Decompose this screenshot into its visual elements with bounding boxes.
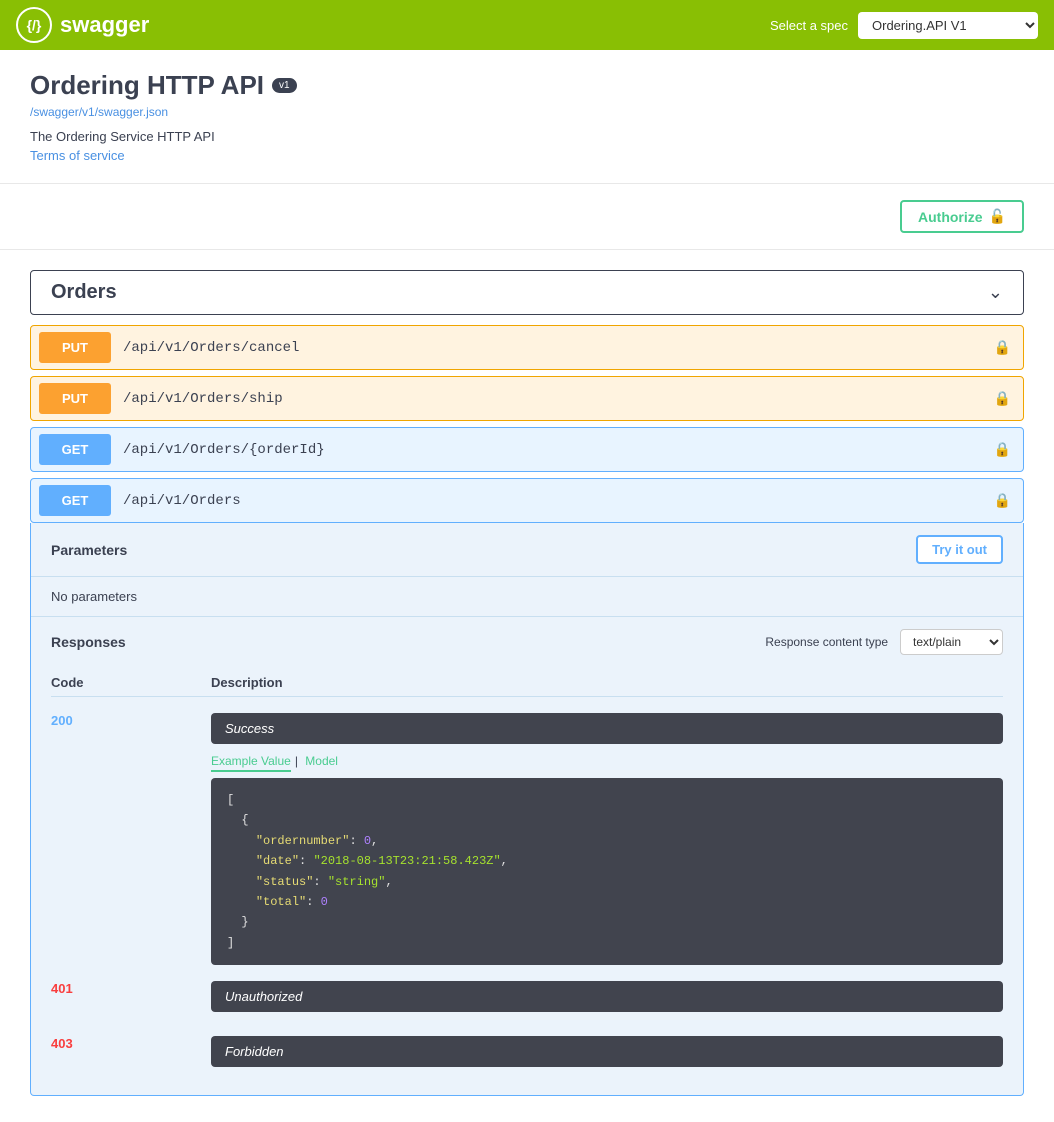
table-row: 403 Forbidden [51,1028,1003,1083]
response-status-forbidden: Forbidden [211,1036,1003,1067]
orders-section-title: Orders [51,281,117,304]
api-title: Ordering HTTP API v1 [30,70,1024,101]
parameters-header: Parameters Try it out [31,523,1023,577]
api-description: The Ordering Service HTTP API [30,129,1024,144]
content-type-label: Response content type [765,635,888,649]
endpoint-expanded-panel: Parameters Try it out No parameters Resp… [30,523,1024,1096]
endpoint-path-cancel: /api/v1/Orders/cancel [119,332,982,364]
code-column-header: Code [51,675,211,690]
response-table-header: Code Description [51,669,1003,697]
responses-header: Responses Response content type text/pla… [51,629,1003,655]
example-value-tab[interactable]: Example Value [211,752,291,772]
endpoint-lock-icon-orders: 🔒 [982,484,1023,517]
api-title-text: Ordering HTTP API [30,70,264,101]
swagger-logo-text: swagger [60,12,149,38]
response-code-200: 200 [51,713,211,965]
response-status-unauthorized: Unauthorized [211,981,1003,1012]
endpoint-row-put-ship[interactable]: PUT /api/v1/Orders/ship 🔒 [30,376,1024,421]
description-column-header: Description [211,675,1003,690]
parameters-title: Parameters [51,542,127,558]
method-badge-get-orderid: GET [39,434,111,465]
terms-of-service-link[interactable]: Terms of service [30,148,125,163]
swagger-logo: {/} swagger [16,7,149,43]
response-status-success: Success [211,713,1003,744]
model-tab[interactable]: Model [291,752,338,772]
endpoint-lock-icon-ship: 🔒 [982,382,1023,415]
authorize-button-label: Authorize [918,209,983,225]
content-type-selector-group: Response content type text/plain [765,629,1003,655]
api-url-link[interactable]: /swagger/v1/swagger.json [30,105,1024,119]
chevron-down-icon: ⌄ [988,282,1003,303]
version-badge: v1 [272,78,297,93]
top-bar: {/} swagger Select a spec Ordering.API V… [0,0,1054,50]
endpoint-lock-icon-orderid: 🔒 [982,433,1023,466]
response-desc-200: Success Example Value Model [ { "ordernu… [211,713,1003,965]
spec-selector: Select a spec Ordering.API V1 [770,12,1038,39]
select-spec-label: Select a spec [770,18,848,33]
endpoint-row-get-orders[interactable]: GET /api/v1/Orders 🔒 [30,478,1024,523]
response-desc-401: Unauthorized [211,981,1003,1020]
responses-title: Responses [51,634,126,650]
authorize-button[interactable]: Authorize 🔓 [900,200,1024,233]
method-badge-get-orders: GET [39,485,111,516]
endpoint-path-ship: /api/v1/Orders/ship [119,383,982,415]
endpoint-path-orders: /api/v1/Orders [119,485,982,517]
table-row: 200 Success Example Value Model [ { "ord… [51,705,1003,973]
content-type-select[interactable]: text/plain [900,629,1003,655]
endpoint-row-put-cancel[interactable]: PUT /api/v1/Orders/cancel 🔒 [30,325,1024,370]
table-row: 401 Unauthorized [51,973,1003,1028]
endpoint-row-get-orderid[interactable]: GET /api/v1/Orders/{orderId} 🔒 [30,427,1024,472]
example-tabs-200: Example Value Model [211,752,1003,772]
lock-icon: 🔓 [989,208,1006,225]
spec-dropdown[interactable]: Ordering.API V1 [858,12,1038,39]
info-section: Ordering HTTP API v1 /swagger/v1/swagger… [0,50,1054,184]
response-code-403: 403 [51,1036,211,1075]
no-parameters-text: No parameters [31,577,1023,616]
auth-bar: Authorize 🔓 [0,184,1054,250]
try-it-button[interactable]: Try it out [916,535,1003,564]
responses-section: Responses Response content type text/pla… [31,616,1023,1095]
method-badge-put-ship: PUT [39,383,111,414]
method-badge-put: PUT [39,332,111,363]
code-sample-200: [ { "ordernumber": 0, "date": "2018-08-1… [211,778,1003,965]
response-code-401: 401 [51,981,211,1020]
endpoint-lock-icon: 🔒 [982,331,1023,364]
main-content: Orders ⌄ PUT /api/v1/Orders/cancel 🔒 PUT… [0,250,1054,1122]
endpoint-path-orderid: /api/v1/Orders/{orderId} [119,434,982,466]
response-desc-403: Forbidden [211,1036,1003,1075]
swagger-logo-icon: {/} [16,7,52,43]
orders-section-header[interactable]: Orders ⌄ [30,270,1024,315]
